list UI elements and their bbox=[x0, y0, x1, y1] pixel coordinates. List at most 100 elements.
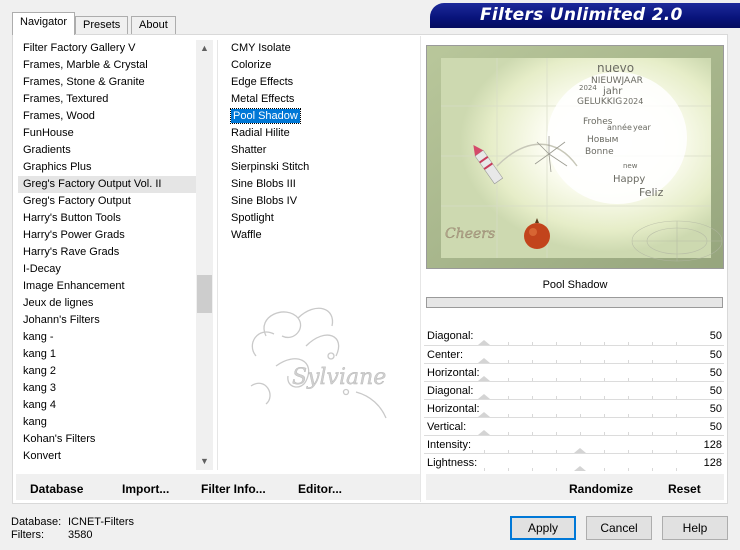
filter-item[interactable]: Pool Shadow bbox=[226, 108, 416, 125]
filter-item[interactable]: Metal Effects bbox=[226, 91, 416, 108]
parameter-value: 50 bbox=[709, 330, 722, 342]
category-item[interactable]: Harry's Power Grads bbox=[18, 227, 196, 244]
tab-about[interactable]: About bbox=[131, 16, 176, 34]
category-item[interactable]: Frames, Stone & Granite bbox=[18, 74, 196, 91]
progress-bar bbox=[426, 297, 723, 308]
import-button[interactable]: Import... bbox=[122, 482, 169, 496]
category-item[interactable]: FunHouse bbox=[18, 125, 196, 142]
category-scrollbar[interactable]: ▲ ▼ bbox=[196, 40, 213, 470]
category-item[interactable]: Frames, Textured bbox=[18, 91, 196, 108]
filters-count: 3580 bbox=[68, 529, 93, 541]
parameter-label: Diagonal: bbox=[427, 330, 474, 342]
help-button[interactable]: Help bbox=[662, 516, 728, 540]
parameter-label: Center: bbox=[427, 349, 464, 361]
slider-thumb-icon[interactable] bbox=[574, 466, 586, 471]
parameter-value: 50 bbox=[709, 403, 722, 415]
scroll-up-icon[interactable]: ▲ bbox=[196, 40, 213, 57]
category-item[interactable]: Johann's Filters bbox=[18, 312, 196, 329]
parameter-row[interactable]: Lightness: 128 bbox=[424, 453, 724, 471]
parameter-row[interactable]: Center: 50 bbox=[424, 345, 724, 363]
panel-divider bbox=[420, 36, 421, 502]
preview-cheers-text: Cheers bbox=[445, 226, 495, 242]
category-item[interactable]: Harry's Rave Grads bbox=[18, 244, 196, 261]
preview-word: année bbox=[607, 122, 632, 132]
reset-button[interactable]: Reset bbox=[668, 482, 701, 496]
category-item[interactable]: Frames, Marble & Crystal bbox=[18, 57, 196, 74]
preview-word: Bonne bbox=[585, 147, 614, 157]
filter-item[interactable]: Shatter bbox=[226, 142, 416, 159]
preview-word: 2024 bbox=[579, 84, 597, 92]
filter-item[interactable]: Sierpinski Stitch bbox=[226, 159, 416, 176]
filter-item[interactable]: Colorize bbox=[226, 57, 416, 74]
slider-tick bbox=[628, 468, 629, 471]
category-item[interactable]: kang 2 bbox=[18, 363, 196, 380]
filter-item[interactable]: Radial Hilite bbox=[226, 125, 416, 142]
parameter-label: Vertical: bbox=[427, 421, 467, 433]
parameter-value: 50 bbox=[709, 421, 722, 433]
category-item[interactable]: Graphics Plus bbox=[18, 159, 196, 176]
slider-tick bbox=[532, 468, 533, 471]
selected-filter-label: Pool Shadow bbox=[230, 108, 301, 124]
category-item[interactable]: kang bbox=[18, 414, 196, 431]
parameter-value: 128 bbox=[703, 439, 722, 451]
database-label: Database: bbox=[11, 516, 62, 528]
category-item[interactable]: kang 1 bbox=[18, 346, 196, 363]
editor-button[interactable]: Editor... bbox=[298, 482, 342, 496]
filter-item[interactable]: Sine Blobs III bbox=[226, 176, 416, 193]
scroll-down-icon[interactable]: ▼ bbox=[196, 453, 213, 470]
filter-item[interactable]: Spotlight bbox=[226, 210, 416, 227]
category-item[interactable]: Filter Factory Gallery V bbox=[18, 40, 196, 57]
category-item[interactable]: Harry's Button Tools bbox=[18, 210, 196, 227]
database-info: Database: ICNET-Filters bbox=[11, 516, 134, 528]
tab-navigator[interactable]: Navigator bbox=[12, 12, 76, 35]
watermark-signature: Sylviane bbox=[292, 365, 386, 390]
filter-item[interactable]: Edge Effects bbox=[226, 74, 416, 91]
category-item[interactable]: Frames, Wood bbox=[18, 108, 196, 125]
preview-word: new bbox=[623, 162, 638, 170]
parameter-label: Intensity: bbox=[427, 439, 472, 451]
randomize-button[interactable]: Randomize bbox=[569, 482, 633, 496]
category-item[interactable]: kang 4 bbox=[18, 397, 196, 414]
slider-tick bbox=[508, 468, 509, 471]
category-list[interactable]: Filter Factory Gallery V Frames, Marble &… bbox=[18, 40, 196, 468]
parameter-label: Diagonal: bbox=[427, 385, 474, 397]
parameter-row[interactable]: Diagonal: 50 bbox=[424, 327, 724, 345]
category-item[interactable]: I-Decay bbox=[18, 261, 196, 278]
category-item[interactable]: Gradients bbox=[18, 142, 196, 159]
parameter-value: 50 bbox=[709, 367, 722, 379]
slider-tick bbox=[652, 468, 653, 471]
preview-word: jahr bbox=[602, 86, 623, 97]
cancel-button[interactable]: Cancel bbox=[586, 516, 652, 540]
preview-word: Feliz bbox=[639, 186, 664, 199]
filter-info-button[interactable]: Filter Info... bbox=[201, 482, 266, 496]
scrollbar-thumb[interactable] bbox=[197, 275, 212, 313]
parameter-row[interactable]: Horizontal: 50 bbox=[424, 363, 724, 381]
filter-list[interactable]: CMY Isolate Colorize Edge Effects Metal Eff… bbox=[226, 40, 416, 260]
category-item[interactable]: kang - bbox=[18, 329, 196, 346]
title-banner: Filters Unlimited 2.0 bbox=[430, 3, 740, 28]
filter-item[interactable]: Waffle bbox=[226, 227, 416, 244]
category-item[interactable]: kang 3 bbox=[18, 380, 196, 397]
database-button[interactable]: Database bbox=[30, 482, 83, 496]
parameter-row[interactable]: Intensity: 128 bbox=[424, 435, 724, 453]
slider-tick bbox=[676, 468, 677, 471]
parameter-row[interactable]: Horizontal: 50 bbox=[424, 399, 724, 417]
filter-item[interactable]: Sine Blobs IV bbox=[226, 193, 416, 210]
tab-presets[interactable]: Presets bbox=[75, 16, 129, 34]
category-item[interactable]: Greg's Factory Output Vol. II bbox=[18, 176, 196, 193]
parameter-row[interactable]: Diagonal: 50 bbox=[424, 381, 724, 399]
category-item[interactable]: Kohan's Filters bbox=[18, 431, 196, 448]
category-item[interactable]: Greg's Factory Output bbox=[18, 193, 196, 210]
parameter-label: Lightness: bbox=[427, 457, 478, 469]
category-item[interactable]: Jeux de lignes bbox=[18, 295, 196, 312]
parameter-value: 128 bbox=[703, 457, 722, 469]
parameter-row[interactable]: Vertical: 50 bbox=[424, 417, 724, 435]
preview-word: year bbox=[633, 123, 652, 132]
category-item[interactable]: Image Enhancement bbox=[18, 278, 196, 295]
filter-item[interactable]: CMY Isolate bbox=[226, 40, 416, 57]
category-item[interactable]: Konvert bbox=[18, 448, 196, 465]
apply-button[interactable]: Apply bbox=[510, 516, 576, 540]
parameter-list: Diagonal: 50 Center: 50 Horizontal: 50 Diagona… bbox=[424, 327, 724, 471]
watermark-logo: Sylviane bbox=[236, 296, 416, 426]
preview-word: NIEUWJAAR bbox=[591, 76, 643, 86]
